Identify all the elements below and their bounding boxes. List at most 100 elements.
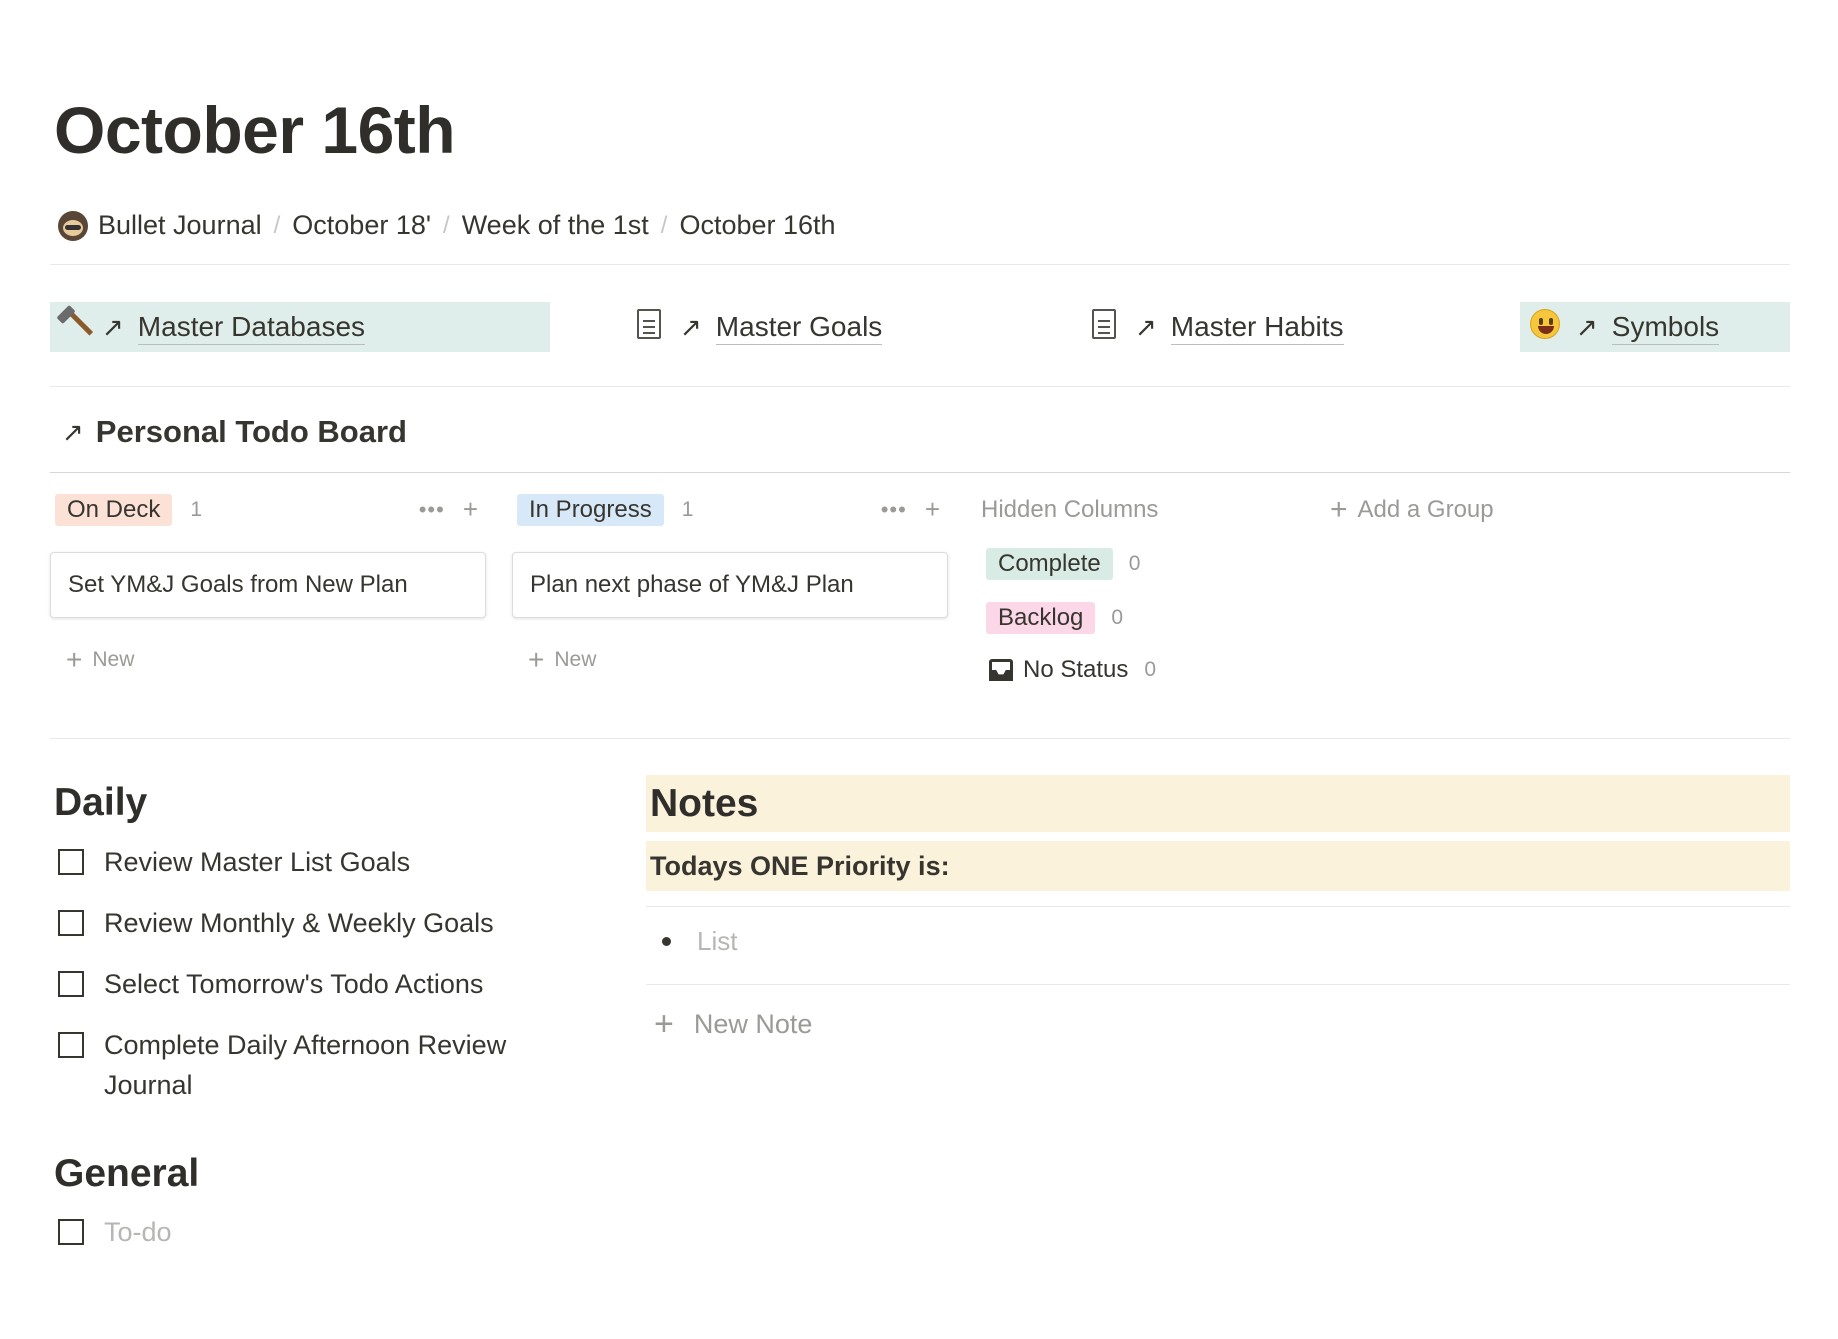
add-card-icon[interactable]: + bbox=[925, 494, 940, 525]
link-label: Symbols bbox=[1611, 310, 1720, 345]
todo-text[interactable]: Select Tomorrow's Todo Actions bbox=[104, 964, 554, 1004]
board-card[interactable]: Plan next phase of YM&J Plan bbox=[512, 552, 948, 618]
todo-checkbox[interactable] bbox=[58, 971, 84, 997]
todo-item: Complete Daily Afternoon Review Journal bbox=[58, 1025, 554, 1105]
notes-heading: Notes bbox=[646, 775, 1790, 832]
new-card-button[interactable]: + New bbox=[50, 644, 486, 676]
new-card-label: New bbox=[554, 648, 597, 671]
todo-checkbox[interactable] bbox=[58, 849, 84, 875]
todo-item: Select Tomorrow's Todo Actions bbox=[58, 964, 554, 1004]
hidden-column-no-status[interactable]: No Status 0 bbox=[981, 656, 1158, 684]
column-actions: ••• + bbox=[881, 494, 940, 525]
status-tag-on-deck[interactable]: On Deck bbox=[55, 494, 173, 526]
column-count: 1 bbox=[190, 498, 203, 521]
link-label: Master Databases bbox=[137, 310, 366, 345]
add-group-button[interactable]: + Add a Group bbox=[1330, 493, 1494, 526]
priority-heading[interactable]: Todays ONE Priority is: bbox=[646, 841, 1790, 891]
divider bbox=[646, 906, 1790, 907]
todo-item: Review Monthly & Weekly Goals bbox=[58, 903, 554, 943]
daily-heading: Daily bbox=[54, 781, 148, 824]
link-arrow-icon: ↗ bbox=[102, 311, 124, 342]
link-master-goals[interactable]: ↗ Master Goals bbox=[632, 302, 883, 352]
column-count: 0 bbox=[1111, 606, 1124, 629]
board-card[interactable]: Set YM&J Goals from New Plan bbox=[50, 552, 486, 618]
add-card-icon[interactable]: + bbox=[463, 494, 478, 525]
breadcrumb: Bullet Journal / October 18' / Week of t… bbox=[58, 210, 836, 241]
status-tag-complete: Complete bbox=[986, 548, 1113, 580]
plus-icon: + bbox=[528, 644, 545, 675]
breadcrumb-separator: / bbox=[273, 211, 281, 239]
todo-checkbox[interactable] bbox=[58, 1032, 84, 1058]
link-arrow-icon: ↗ bbox=[62, 416, 84, 447]
board-title[interactable]: ↗ Personal Todo Board bbox=[62, 414, 407, 450]
link-arrow-icon: ↗ bbox=[680, 311, 702, 342]
todo-checkbox[interactable] bbox=[58, 910, 84, 936]
link-symbols[interactable]: ↗ Symbols bbox=[1520, 302, 1790, 352]
hidden-column-complete[interactable]: Complete 0 bbox=[986, 548, 1158, 580]
divider bbox=[50, 264, 1790, 265]
link-master-habits[interactable]: ↗ Master Habits bbox=[1087, 302, 1344, 352]
column-header: On Deck 1 ••• + bbox=[50, 494, 486, 526]
daily-todo-list: Review Master List Goals Review Monthly … bbox=[58, 842, 554, 1126]
monkey-avatar-icon bbox=[58, 210, 88, 241]
hammer-icon bbox=[54, 308, 88, 347]
board-column-on-deck: On Deck 1 ••• + Set YM&J Goals from New … bbox=[50, 494, 486, 676]
board-title-text: Personal Todo Board bbox=[95, 414, 407, 449]
column-header: In Progress 1 ••• + bbox=[512, 494, 948, 526]
todo-text[interactable]: Review Master List Goals bbox=[104, 842, 554, 882]
todo-text[interactable]: Review Monthly & Weekly Goals bbox=[104, 903, 554, 943]
board-column-in-progress: In Progress 1 ••• + Plan next phase of Y… bbox=[512, 494, 948, 676]
general-todo-list: To-do bbox=[58, 1212, 554, 1273]
divider bbox=[646, 984, 1790, 985]
page: October 16th Bullet Journal / October 18… bbox=[50, 0, 1790, 1339]
more-icon[interactable]: ••• bbox=[881, 497, 907, 523]
todo-item: Review Master List Goals bbox=[58, 842, 554, 882]
list-item[interactable]: List bbox=[662, 926, 737, 957]
column-count: 1 bbox=[681, 498, 694, 521]
link-row: ↗ Master Databases ↗ Master Goals ↗ Mast… bbox=[50, 302, 1790, 352]
breadcrumb-october-16th[interactable]: October 16th bbox=[679, 210, 835, 241]
todo-text[interactable]: Complete Daily Afternoon Review Journal bbox=[104, 1025, 554, 1105]
link-label: Master Habits bbox=[1170, 310, 1344, 345]
breadcrumb-bullet-journal[interactable]: Bullet Journal bbox=[98, 210, 262, 241]
breadcrumb-separator: / bbox=[660, 211, 668, 239]
link-label: Master Goals bbox=[715, 310, 883, 345]
plus-icon: + bbox=[1330, 493, 1348, 526]
smiley-icon bbox=[1528, 308, 1562, 346]
inbox-icon bbox=[989, 659, 1013, 681]
list-placeholder: List bbox=[697, 926, 738, 956]
link-master-databases[interactable]: ↗ Master Databases bbox=[50, 302, 550, 352]
status-tag-in-progress[interactable]: In Progress bbox=[517, 494, 664, 526]
add-group-label: Add a Group bbox=[1357, 496, 1494, 523]
hidden-columns-title: Hidden Columns bbox=[981, 496, 1159, 523]
link-arrow-icon: ↗ bbox=[1135, 311, 1157, 342]
page-title: October 16th bbox=[54, 93, 456, 167]
column-count: 0 bbox=[1128, 552, 1141, 575]
no-status-label: No Status bbox=[1023, 656, 1129, 683]
todo-item: To-do bbox=[58, 1212, 554, 1252]
general-heading: General bbox=[54, 1152, 200, 1195]
todo-checkbox[interactable] bbox=[58, 1219, 84, 1245]
new-note-label: New Note bbox=[693, 1009, 813, 1039]
link-arrow-icon: ↗ bbox=[1576, 311, 1598, 342]
plus-icon: + bbox=[66, 644, 83, 675]
page-icon bbox=[1087, 308, 1121, 346]
more-icon[interactable]: ••• bbox=[419, 497, 445, 523]
breadcrumb-week-of-the-1st[interactable]: Week of the 1st bbox=[462, 210, 649, 241]
divider bbox=[50, 738, 1790, 739]
page-icon bbox=[632, 308, 666, 346]
column-count: 0 bbox=[1144, 658, 1157, 681]
todo-placeholder[interactable]: To-do bbox=[104, 1212, 554, 1252]
board-divider bbox=[50, 472, 1790, 473]
new-note-button[interactable]: + New Note bbox=[654, 1005, 812, 1044]
hidden-column-backlog[interactable]: Backlog 0 bbox=[986, 602, 1158, 634]
bullet-icon bbox=[662, 937, 671, 946]
breadcrumb-october-18[interactable]: October 18' bbox=[292, 210, 431, 241]
hidden-columns: Hidden Columns Complete 0 Backlog 0 No S… bbox=[981, 494, 1158, 684]
status-tag-backlog: Backlog bbox=[986, 602, 1096, 634]
breadcrumb-separator: / bbox=[443, 211, 450, 239]
column-actions: ••• + bbox=[419, 494, 478, 525]
new-card-label: New bbox=[92, 648, 135, 671]
divider bbox=[50, 386, 1790, 387]
new-card-button[interactable]: + New bbox=[512, 644, 948, 676]
